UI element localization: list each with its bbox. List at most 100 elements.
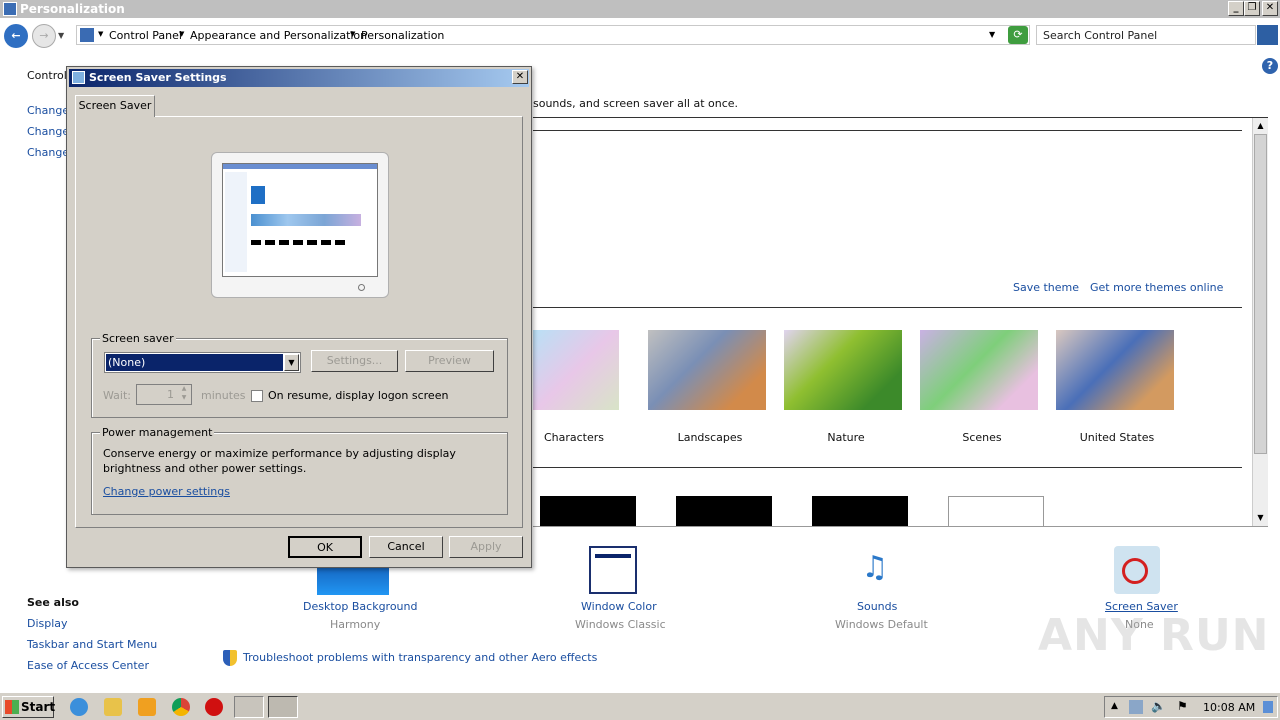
sidebar-link-3[interactable]: Change bbox=[27, 146, 69, 159]
save-theme-link[interactable]: Save theme bbox=[1013, 281, 1079, 294]
clock[interactable]: 10:08 AM bbox=[1203, 701, 1255, 714]
preview-button[interactable]: Preview bbox=[405, 350, 494, 372]
troubleshoot-link[interactable]: Troubleshoot problems with transparency … bbox=[243, 651, 597, 664]
scroll-down-arrow[interactable]: ▼ bbox=[1253, 510, 1268, 525]
watermark: ANY RUN bbox=[1038, 610, 1270, 661]
preview-row-black bbox=[251, 240, 347, 245]
sidebar-top-link[interactable]: Control bbox=[27, 69, 67, 82]
see-also-taskbar[interactable]: Taskbar and Start Menu bbox=[27, 638, 157, 651]
theme-thumb-landscapes[interactable] bbox=[648, 330, 766, 410]
theme-thumb-scenes[interactable] bbox=[920, 330, 1038, 410]
crumb-appearance[interactable]: Appearance and Personalization bbox=[190, 29, 367, 42]
preview-bar bbox=[223, 164, 377, 169]
theme-label-characters[interactable]: Characters bbox=[514, 431, 634, 444]
back-button[interactable]: ← bbox=[4, 24, 28, 48]
see-also-ease-of-access[interactable]: Ease of Access Center bbox=[27, 659, 149, 672]
opera-icon[interactable] bbox=[205, 698, 223, 716]
media-player-icon[interactable] bbox=[138, 698, 156, 716]
help-icon[interactable]: ? bbox=[1262, 58, 1278, 74]
screen-saver-group-label: Screen saver bbox=[100, 332, 176, 345]
screen-saver-selected[interactable]: (None) bbox=[106, 354, 283, 371]
theme-list-border bbox=[533, 117, 1268, 118]
theme-label-landscapes[interactable]: Landscapes bbox=[650, 431, 770, 444]
address-field[interactable]: ▼ Control Panel ▼ Appearance and Persona… bbox=[76, 25, 1030, 45]
theme-thumb-nature[interactable] bbox=[784, 330, 902, 410]
change-power-settings-link[interactable]: Change power settings bbox=[103, 485, 230, 498]
theme-label-united-states[interactable]: United States bbox=[1057, 431, 1177, 444]
tray-expand-icon[interactable]: ▲ bbox=[1111, 701, 1118, 711]
chrome-icon[interactable] bbox=[172, 698, 190, 716]
window-title: Personalization bbox=[20, 2, 125, 16]
see-also-display[interactable]: Display bbox=[27, 617, 68, 630]
address-dropdown-icon[interactable]: ▼ bbox=[989, 30, 995, 39]
theme-scrollbar[interactable]: ▲ ▼ bbox=[1252, 118, 1268, 526]
restore-button[interactable]: ❐ bbox=[1244, 1, 1260, 16]
search-icon[interactable] bbox=[1257, 25, 1278, 45]
divider bbox=[533, 307, 1242, 308]
basic-theme-thumb-1[interactable] bbox=[540, 496, 636, 526]
chevron-down-icon[interactable]: ▼ bbox=[284, 354, 299, 371]
basic-theme-thumb-4[interactable] bbox=[948, 496, 1044, 526]
flag-icon[interactable]: ⚑ bbox=[1177, 699, 1188, 713]
ie-icon[interactable] bbox=[70, 698, 88, 716]
basic-theme-thumb-2[interactable] bbox=[676, 496, 772, 526]
dialog-close-button[interactable]: ✕ bbox=[512, 70, 528, 84]
settings-button[interactable]: Settings... bbox=[311, 350, 398, 372]
search-input[interactable]: Search Control Panel bbox=[1036, 25, 1256, 45]
crumb-personalization[interactable]: Personalization bbox=[361, 29, 444, 42]
wait-stepper[interactable]: 1 ▲ ▼ bbox=[136, 384, 192, 405]
preview-sidebar bbox=[225, 172, 247, 272]
desktop-background-icon[interactable] bbox=[317, 566, 389, 595]
theme-thumb-united-states[interactable] bbox=[1056, 330, 1174, 410]
sounds-icon[interactable]: ♫ bbox=[851, 546, 899, 594]
screen-saver-select[interactable]: (None) ▼ bbox=[104, 352, 301, 373]
crumb-control-panel[interactable]: Control Panel bbox=[109, 29, 182, 42]
window-color-link[interactable]: Window Color bbox=[581, 600, 657, 613]
shield-icon bbox=[223, 650, 237, 666]
window-color-icon[interactable] bbox=[589, 546, 637, 594]
get-more-themes-link[interactable]: Get more themes online bbox=[1090, 281, 1223, 294]
cancel-button[interactable]: Cancel bbox=[369, 536, 443, 558]
taskbar-task-personalization[interactable] bbox=[268, 696, 298, 718]
window-color-icon-bar bbox=[595, 554, 631, 558]
theme-label-nature[interactable]: Nature bbox=[786, 431, 906, 444]
tab-screen-saver[interactable]: Screen Saver bbox=[75, 95, 155, 117]
chevron-icon[interactable]: ▼ bbox=[98, 30, 103, 38]
chevron-icon[interactable]: ▼ bbox=[350, 30, 355, 38]
desktop-background-link[interactable]: Desktop Background bbox=[303, 600, 418, 613]
ok-button[interactable]: OK bbox=[288, 536, 362, 558]
sidebar-link-2[interactable]: Change bbox=[27, 125, 69, 138]
taskbar: Start ▲ 🔈 ⚑ 10:08 AM bbox=[0, 692, 1280, 720]
scroll-up-arrow[interactable]: ▲ bbox=[1253, 118, 1268, 133]
start-label[interactable]: Start bbox=[21, 700, 55, 714]
window-titlebar: Personalization _ ❐ ✕ bbox=[0, 0, 1280, 18]
theme-thumb-characters[interactable] bbox=[533, 330, 619, 410]
sidebar-link-1[interactable]: Change bbox=[27, 104, 69, 117]
show-desktop-icon[interactable] bbox=[1263, 701, 1273, 713]
basic-theme-thumb-3[interactable] bbox=[812, 496, 908, 526]
refresh-button[interactable]: ⟳ bbox=[1008, 26, 1028, 44]
minutes-label: minutes bbox=[201, 389, 246, 402]
screen-saver-icon[interactable] bbox=[1114, 546, 1160, 594]
close-button[interactable]: ✕ bbox=[1262, 1, 1278, 16]
taskbar-task-1[interactable] bbox=[234, 696, 264, 718]
network-icon[interactable] bbox=[1129, 700, 1143, 714]
sounds-link[interactable]: Sounds bbox=[857, 600, 897, 613]
scroll-thumb[interactable] bbox=[1254, 134, 1267, 454]
minimize-button[interactable]: _ bbox=[1228, 1, 1244, 16]
apply-button[interactable]: Apply bbox=[449, 536, 523, 558]
start-button[interactable]: Start bbox=[2, 696, 55, 718]
theme-label-scenes[interactable]: Scenes bbox=[922, 431, 1042, 444]
history-dropdown-icon[interactable]: ▼ bbox=[58, 31, 64, 40]
explorer-icon[interactable] bbox=[104, 698, 122, 716]
volume-icon[interactable]: 🔈 bbox=[1151, 699, 1166, 713]
monitor-preview bbox=[211, 152, 389, 298]
resume-label[interactable]: On resume, display logon screen bbox=[268, 389, 448, 402]
stepper-down-icon[interactable]: ▼ bbox=[177, 394, 191, 403]
chevron-icon[interactable]: ▼ bbox=[179, 30, 184, 38]
wait-value[interactable]: 1 bbox=[167, 388, 174, 401]
screen-saver-dialog: Screen Saver Settings ✕ Screen Saver Scr… bbox=[66, 66, 532, 568]
forward-button[interactable]: → bbox=[32, 24, 56, 48]
resume-checkbox[interactable] bbox=[251, 390, 263, 402]
stepper-up-icon[interactable]: ▲ bbox=[177, 385, 191, 394]
